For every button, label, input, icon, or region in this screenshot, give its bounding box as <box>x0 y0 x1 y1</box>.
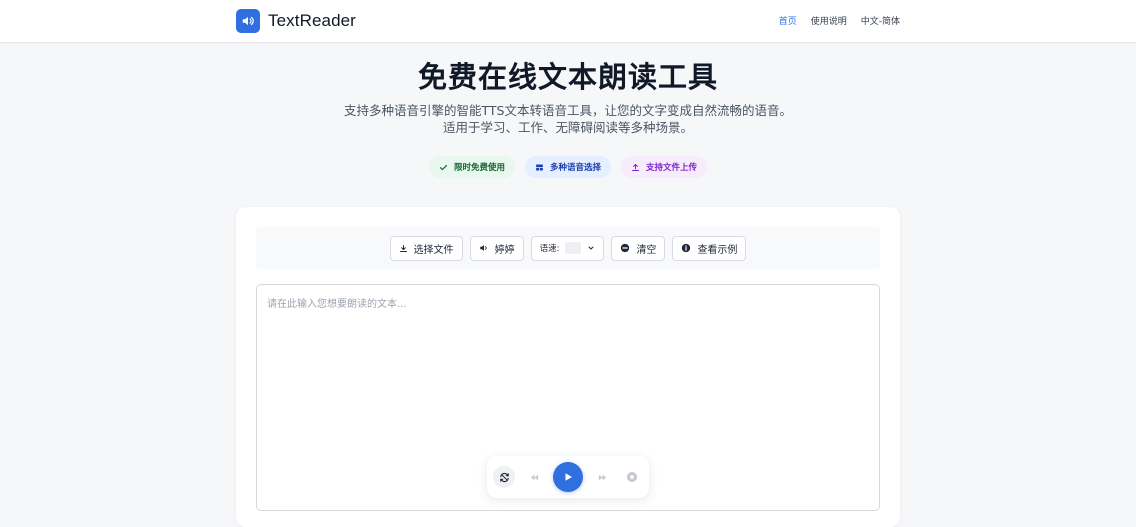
badge-free-label: 限时免费使用 <box>453 163 505 173</box>
brand[interactable]: TextReader <box>236 9 356 33</box>
speed-select[interactable]: 语速: <box>530 235 605 261</box>
toolbar: 选择文件 婷婷 语速: 清空 查看示例 <box>256 227 880 269</box>
loop-icon <box>499 472 509 482</box>
main-nav: 首页 使用说明 中文-简体 <box>779 14 900 27</box>
page-subtitle: 支持多种语音引擎的智能TTS文本转语音工具，让您的文字变成自然流畅的语音。适用于… <box>344 103 792 135</box>
upload-icon <box>632 163 639 171</box>
voices-icon <box>536 164 543 170</box>
speed-value <box>565 242 582 254</box>
volume-icon <box>479 245 487 251</box>
clear-label: 清空 <box>636 244 657 256</box>
stop-icon <box>627 472 637 482</box>
view-example-button[interactable]: 查看示例 <box>672 235 747 261</box>
rewind-icon <box>530 474 538 480</box>
playback-controls <box>487 456 649 498</box>
brand-name: TextReader <box>268 11 356 30</box>
forward-button[interactable] <box>591 466 613 488</box>
view-example-label: 查看示例 <box>697 244 738 256</box>
voice-label: 婷婷 <box>494 244 515 256</box>
play-button[interactable] <box>553 462 583 492</box>
speaker-icon <box>236 9 260 33</box>
feature-badges: 限时免费使用 多种语音选择 支持文件上传 <box>0 156 1136 178</box>
clear-button[interactable]: 清空 <box>611 235 666 261</box>
speed-label: 语速: <box>539 244 560 254</box>
text-input-placeholder: 请在此输入您想要朗读的文本... <box>267 299 407 310</box>
nav-home[interactable]: 首页 <box>779 14 797 27</box>
stop-button[interactable] <box>621 466 643 488</box>
badge-upload-label: 支持文件上传 <box>646 163 698 173</box>
clear-icon <box>621 243 630 253</box>
nav-language-select[interactable]: 中文-简体 <box>861 14 900 27</box>
rewind-button[interactable] <box>523 466 545 488</box>
voice-select-button[interactable]: 婷婷 <box>469 235 524 261</box>
badge-voices-label: 多种语音选择 <box>549 163 601 173</box>
check-icon <box>439 164 448 170</box>
top-header: TextReader 首页 使用说明 中文-简体 <box>0 0 1136 43</box>
chevron-down-icon <box>588 246 594 250</box>
download-icon <box>399 244 407 252</box>
info-icon <box>682 243 691 253</box>
page-title: 免费在线文本朗读工具 <box>417 60 718 94</box>
loop-button[interactable] <box>493 466 515 488</box>
badge-free: 限时免费使用 <box>428 156 515 178</box>
choose-file-button[interactable]: 选择文件 <box>389 235 463 261</box>
badge-voices: 多种语音选择 <box>524 156 611 178</box>
forward-icon <box>598 474 606 480</box>
nav-instructions[interactable]: 使用说明 <box>811 14 847 27</box>
choose-file-label: 选择文件 <box>413 244 454 256</box>
play-icon <box>565 473 572 481</box>
badge-upload: 支持文件上传 <box>621 156 708 178</box>
